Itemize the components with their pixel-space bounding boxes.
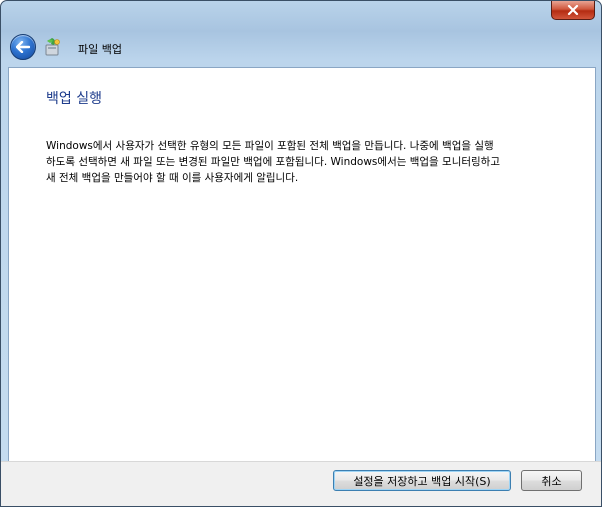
page-title: 백업 실행 [46, 91, 102, 107]
save-and-start-backup-button[interactable]: 설정을 저장하고 백업 시작(S) [333, 470, 511, 491]
window-header-title: 파일 백업 [78, 43, 122, 56]
cancel-button[interactable]: 취소 [521, 470, 582, 491]
backup-app-icon [41, 37, 63, 57]
close-button[interactable] [551, 1, 595, 20]
back-arrow-icon [15, 38, 31, 57]
close-icon [567, 5, 579, 15]
content-pane: 백업 실행 Windows에서 사용자가 선택한 유형의 모든 파일이 포함된 … [8, 67, 596, 463]
description-text: Windows에서 사용자가 선택한 유형의 모든 파일이 포함된 전체 백업을… [46, 140, 501, 184]
navigation-bar: 파일 백업 [1, 27, 601, 67]
footer-bar: 설정을 저장하고 백업 시작(S) 취소 [1, 461, 601, 506]
back-button[interactable] [10, 34, 36, 60]
backup-window: 파일 백업 백업 실행 Windows에서 사용자가 선택한 유형의 모든 파일… [0, 0, 602, 507]
